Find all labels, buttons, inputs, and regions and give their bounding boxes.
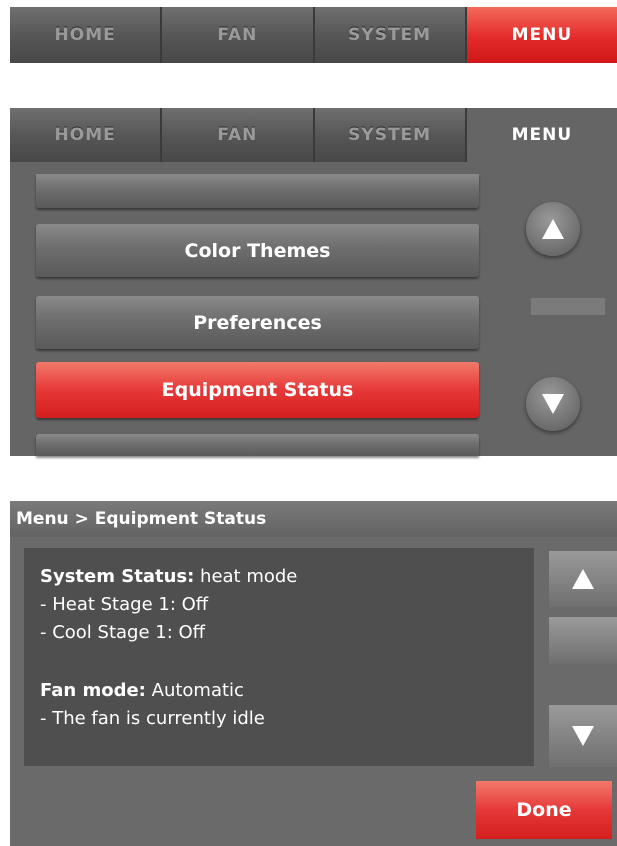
system-status-value: heat mode	[200, 566, 298, 587]
fan-mode-line: Fan mode: Automatic	[40, 680, 244, 701]
fan-mode-label: Fan mode:	[40, 680, 146, 701]
tab-system[interactable]: SYSTEM	[314, 108, 467, 162]
menu-item-hidden-bottom[interactable]	[36, 434, 479, 456]
menu-item-equipment-status[interactable]: Equipment Status	[36, 362, 479, 418]
triangle-down-icon	[542, 394, 564, 414]
fan-state-line: - The fan is currently idle	[40, 708, 265, 729]
menu-item-color-themes[interactable]: Color Themes	[36, 224, 479, 277]
scroll-up-button[interactable]	[526, 202, 580, 256]
system-status-line: System Status: heat mode	[40, 566, 297, 587]
fan-mode-value: Automatic	[151, 680, 244, 701]
tab-home[interactable]: HOME	[10, 7, 163, 63]
done-button[interactable]: Done	[476, 781, 612, 839]
tab-system[interactable]: SYSTEM	[314, 7, 467, 63]
tab-menu[interactable]: MENU	[466, 7, 617, 63]
scroll-position-indicator	[531, 298, 605, 315]
triangle-up-icon	[542, 219, 564, 239]
status-scroll-down-button[interactable]	[549, 705, 617, 767]
system-status-label: System Status:	[40, 566, 195, 587]
menu-item-preferences[interactable]: Preferences	[36, 296, 479, 349]
triangle-up-icon	[572, 569, 594, 589]
breadcrumb-text: Menu > Equipment Status	[16, 509, 267, 529]
tab-home[interactable]: HOME	[10, 108, 163, 162]
scroll-down-button[interactable]	[526, 377, 580, 431]
triangle-down-icon	[572, 726, 594, 746]
menu-item-hidden-top[interactable]	[36, 174, 479, 208]
tab-menu[interactable]: MENU	[466, 108, 617, 162]
status-scroll-thumb[interactable]	[549, 617, 617, 664]
breadcrumb: Menu > Equipment Status	[10, 501, 617, 537]
cool-stage-line: - Cool Stage 1: Off	[40, 622, 206, 643]
tab-bar-2: HOME FAN SYSTEM MENU	[10, 108, 617, 162]
tab-fan[interactable]: FAN	[162, 7, 315, 63]
tab-fan[interactable]: FAN	[162, 108, 315, 162]
status-scroll-up-button[interactable]	[549, 551, 617, 607]
tab-bar-1: HOME FAN SYSTEM MENU	[10, 7, 617, 63]
heat-stage-line: - Heat Stage 1: Off	[40, 594, 209, 615]
